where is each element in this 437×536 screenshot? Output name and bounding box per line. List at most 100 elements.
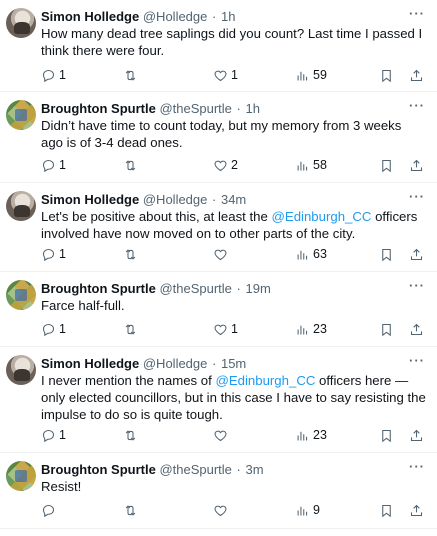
share-icon	[410, 323, 423, 335]
tweet[interactable]: Simon Holledge @Holledge · 1h ··· How ma…	[0, 0, 437, 92]
tweet-text: Farce half-full.	[41, 297, 426, 314]
tweet-actions: 1 63	[41, 245, 429, 263]
like-button[interactable]	[213, 501, 231, 519]
author-name[interactable]: Simon Holledge	[41, 192, 139, 207]
retweet-button[interactable]	[123, 156, 141, 174]
views-button[interactable]: 58	[295, 156, 327, 174]
reply-button[interactable]: 1	[41, 245, 66, 263]
tweet-text: Let's be positive about this, at least t…	[41, 208, 426, 242]
bookmark-button[interactable]	[379, 156, 394, 174]
tweet-text-part: I never mention the names of	[41, 373, 216, 388]
heart-icon	[214, 160, 227, 171]
more-icon[interactable]: ···	[409, 189, 425, 204]
author-name[interactable]: Simon Holledge	[41, 9, 139, 24]
tweet-time[interactable]: 1h	[221, 9, 235, 24]
retweet-button[interactable]	[123, 501, 141, 519]
more-icon[interactable]: ···	[409, 98, 425, 113]
separator: ·	[236, 462, 241, 477]
bookmark-button[interactable]	[379, 320, 394, 338]
author-name[interactable]: Broughton Spurtle	[41, 281, 156, 296]
tweet[interactable]: Broughton Spurtle @theSpurtle · 1h ··· D…	[0, 92, 437, 183]
reply-icon	[42, 323, 55, 336]
views-icon	[297, 325, 308, 334]
avatar[interactable]	[6, 461, 36, 491]
retweet-button[interactable]	[123, 320, 141, 338]
mention-link[interactable]: @Edinburgh_CC	[272, 209, 372, 224]
avatar[interactable]	[6, 191, 36, 221]
reply-button[interactable]: 1	[41, 66, 66, 84]
tweet-actions: 1 2 58	[41, 156, 429, 174]
retweet-icon	[125, 429, 136, 441]
bookmark-button[interactable]	[379, 501, 394, 519]
tweet-text: Didn’t have time to count today, but my …	[41, 117, 426, 151]
more-icon[interactable]: ···	[409, 459, 425, 474]
more-icon[interactable]: ···	[409, 6, 425, 21]
tweet-actions: 1 23	[41, 426, 429, 444]
retweet-button[interactable]	[123, 245, 141, 263]
bookmark-button[interactable]	[379, 66, 394, 84]
like-count: 1	[231, 68, 238, 82]
tweet-time[interactable]: 1h	[246, 101, 260, 116]
bookmark-button[interactable]	[379, 426, 394, 444]
bookmark-button[interactable]	[379, 245, 394, 263]
avatar[interactable]	[6, 280, 36, 310]
like-button[interactable]	[213, 426, 231, 444]
retweet-button[interactable]	[123, 426, 141, 444]
tweet-time[interactable]: 3m	[246, 462, 264, 477]
tweet[interactable]: Broughton Spurtle @theSpurtle · 3m ··· R…	[0, 453, 437, 529]
views-count: 9	[313, 503, 320, 517]
reply-button[interactable]: 1	[41, 426, 66, 444]
reply-button[interactable]	[41, 501, 59, 519]
author-handle[interactable]: @theSpurtle	[159, 101, 231, 116]
share-button[interactable]	[409, 426, 424, 444]
tweet-text-part: Resist!	[41, 479, 82, 494]
tweet[interactable]: Simon Holledge @Holledge · 15m ··· I nev…	[0, 347, 437, 453]
tweet-time[interactable]: 34m	[221, 192, 246, 207]
like-button[interactable]: 2	[213, 156, 238, 174]
tweet-time[interactable]: 19m	[246, 281, 271, 296]
share-button[interactable]	[409, 320, 424, 338]
separator: ·	[236, 281, 241, 296]
bookmark-icon	[382, 323, 391, 336]
views-button[interactable]: 23	[295, 426, 327, 444]
reply-count: 1	[59, 322, 66, 336]
views-button[interactable]: 9	[295, 501, 320, 519]
retweet-icon	[125, 323, 136, 335]
share-button[interactable]	[409, 501, 424, 519]
heart-icon	[214, 70, 227, 81]
share-button[interactable]	[409, 66, 424, 84]
reply-button[interactable]: 1	[41, 156, 66, 174]
author-name[interactable]: Broughton Spurtle	[41, 462, 156, 477]
views-button[interactable]: 23	[295, 320, 327, 338]
author-handle[interactable]: @Holledge	[143, 9, 208, 24]
like-button[interactable]: 1	[213, 66, 238, 84]
reply-button[interactable]: 1	[41, 320, 66, 338]
share-button[interactable]	[409, 156, 424, 174]
more-icon[interactable]: ···	[409, 353, 425, 368]
avatar[interactable]	[6, 8, 36, 38]
share-button[interactable]	[409, 245, 424, 263]
mention-link[interactable]: @Edinburgh_CC	[215, 373, 315, 388]
bookmark-icon	[382, 248, 391, 261]
views-button[interactable]: 63	[295, 245, 327, 263]
tweet[interactable]: Broughton Spurtle @theSpurtle · 19m ··· …	[0, 272, 437, 347]
author-handle[interactable]: @Holledge	[143, 192, 208, 207]
author-name[interactable]: Simon Holledge	[41, 356, 139, 371]
separator: ·	[212, 192, 217, 207]
views-button[interactable]: 59	[295, 66, 327, 84]
avatar[interactable]	[6, 100, 36, 130]
author-handle[interactable]: @theSpurtle	[159, 281, 231, 296]
avatar[interactable]	[6, 355, 36, 385]
tweet[interactable]: Simon Holledge @Holledge · 34m ··· Let's…	[0, 183, 437, 272]
views-icon	[297, 506, 308, 515]
separator: ·	[212, 356, 217, 371]
author-name[interactable]: Broughton Spurtle	[41, 101, 156, 116]
like-button[interactable]	[213, 245, 231, 263]
heart-icon	[214, 324, 227, 335]
retweet-button[interactable]	[123, 66, 141, 84]
like-button[interactable]: 1	[213, 320, 238, 338]
author-handle[interactable]: @Holledge	[143, 356, 208, 371]
tweet-time[interactable]: 15m	[221, 356, 246, 371]
more-icon[interactable]: ···	[409, 278, 425, 293]
author-handle[interactable]: @theSpurtle	[159, 462, 231, 477]
